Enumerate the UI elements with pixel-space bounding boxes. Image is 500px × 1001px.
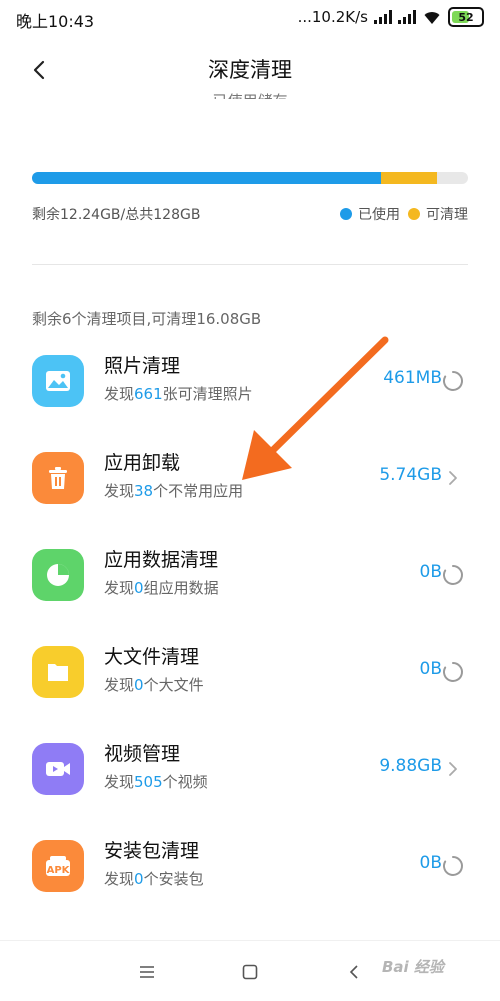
item-size: 0B (419, 562, 442, 582)
cleanup-item[interactable]: 照片清理发现661张可清理照片 461MB (0, 334, 500, 430)
divider (32, 264, 468, 265)
storage-cleanable-segment (380, 172, 438, 184)
wifi-icon (424, 12, 440, 24)
item-description: 发现38个不常用应用 (104, 480, 243, 501)
apk-icon: APK (32, 840, 84, 892)
chevron-right-icon (442, 467, 464, 489)
desc-count: 0 (134, 870, 144, 888)
cleanup-item[interactable]: 视频管理发现505个视频 9.88GB (0, 722, 500, 818)
back-icon (349, 965, 358, 979)
storage-bar (32, 172, 468, 184)
storage-legend: 已使用 可清理 (340, 204, 468, 224)
desc-prefix: 发现 (104, 676, 135, 694)
desc-prefix: 发现 (104, 579, 135, 597)
network-speed: ...10.2K/s (297, 8, 368, 26)
battery-icon: 52 (448, 7, 484, 27)
desc-count: 0 (134, 676, 144, 694)
desc-prefix: 发现 (104, 482, 135, 500)
item-size: 0B (419, 659, 442, 679)
desc-prefix: 发现 (104, 773, 135, 791)
item-description: 发现661张可清理照片 (104, 383, 253, 404)
spinner-icon (442, 661, 464, 683)
item-description: 发现0组应用数据 (104, 577, 219, 598)
page-title: 深度清理 (208, 58, 292, 82)
storage-used-segment (32, 172, 381, 184)
desc-suffix: 个安装包 (143, 870, 204, 888)
desc-suffix: 个大文件 (143, 676, 204, 694)
desc-suffix: 个视频 (162, 773, 208, 791)
home-button[interactable] (237, 959, 263, 985)
folder-icon (32, 646, 84, 698)
menu-icon (140, 966, 154, 978)
cleanup-item[interactable]: 应用数据清理 发现0组应用数据 0B (0, 528, 500, 624)
item-title: 大文件清理 (104, 646, 200, 668)
desc-prefix: 发现 (104, 870, 135, 888)
status-time: 晚上10:43 (16, 12, 95, 31)
desc-suffix: 个不常用应用 (153, 482, 244, 500)
legend-cleanable: 可清理 (408, 204, 468, 224)
cleanup-summary: 剩余6个清理项目,可清理16.08GB (32, 310, 262, 328)
home-icon (242, 964, 258, 980)
scroll-clip (0, 99, 500, 113)
header: 深度清理 (0, 36, 500, 100)
trash-icon (32, 452, 84, 504)
signal-icon (374, 10, 392, 24)
desc-count: 0 (134, 579, 144, 597)
item-size: 461MB (383, 368, 442, 388)
desc-prefix: 发现 (104, 385, 135, 403)
legend-used: 已使用 (340, 204, 400, 224)
item-description: 发现505个视频 (104, 771, 208, 792)
pie-chart-icon (32, 549, 84, 601)
status-indicators: ...10.2K/s 52 (298, 6, 484, 28)
item-title: 安装包清理 (104, 840, 200, 862)
dot-icon (408, 208, 420, 220)
chevron-right-icon (442, 758, 464, 780)
spinner-icon (442, 564, 464, 586)
item-size: 5.74GB (379, 465, 442, 485)
photo-icon (32, 355, 84, 407)
nav-back-button[interactable] (341, 959, 367, 985)
video-icon (32, 743, 84, 795)
dot-icon (340, 208, 352, 220)
signal-icon-2 (398, 10, 416, 24)
legend-used-label: 已使用 (358, 207, 400, 223)
desc-count: 661 (134, 385, 163, 403)
battery-level: 52 (458, 10, 474, 24)
desc-suffix: 张可清理照片 (162, 385, 253, 403)
item-title: 应用数据清理 (104, 549, 219, 571)
item-size: 9.88GB (379, 756, 442, 776)
item-size: 0B (419, 853, 442, 873)
desc-suffix: 组应用数据 (143, 579, 219, 597)
cleanup-item[interactable]: 应用卸载发现38个不常用应用 5.74GB (0, 431, 500, 527)
watermark: Bai 经验 (382, 958, 444, 976)
storage-summary: 剩余12.24GB/总共128GB (32, 207, 201, 223)
item-title: 视频管理 (104, 743, 181, 765)
spinner-icon (442, 370, 464, 392)
legend-cleanable-label: 可清理 (426, 207, 468, 223)
item-title: 照片清理 (104, 355, 181, 377)
item-title: 应用卸载 (104, 452, 181, 474)
desc-count: 505 (134, 773, 163, 791)
item-description: 发现0个安装包 (104, 868, 204, 889)
cleanup-item[interactable]: APK 安装包清理发现0个安装包 0B (0, 819, 500, 915)
item-description: 发现0个大文件 (104, 674, 204, 695)
desc-count: 38 (134, 482, 154, 500)
cleanup-item[interactable]: 大文件清理发现0个大文件 0B (0, 625, 500, 721)
menu-button[interactable] (134, 959, 160, 985)
apk-label: APK (46, 865, 70, 876)
spinner-icon (442, 855, 464, 877)
status-bar: 晚上10:43 ...10.2K/s 52 (0, 0, 500, 36)
